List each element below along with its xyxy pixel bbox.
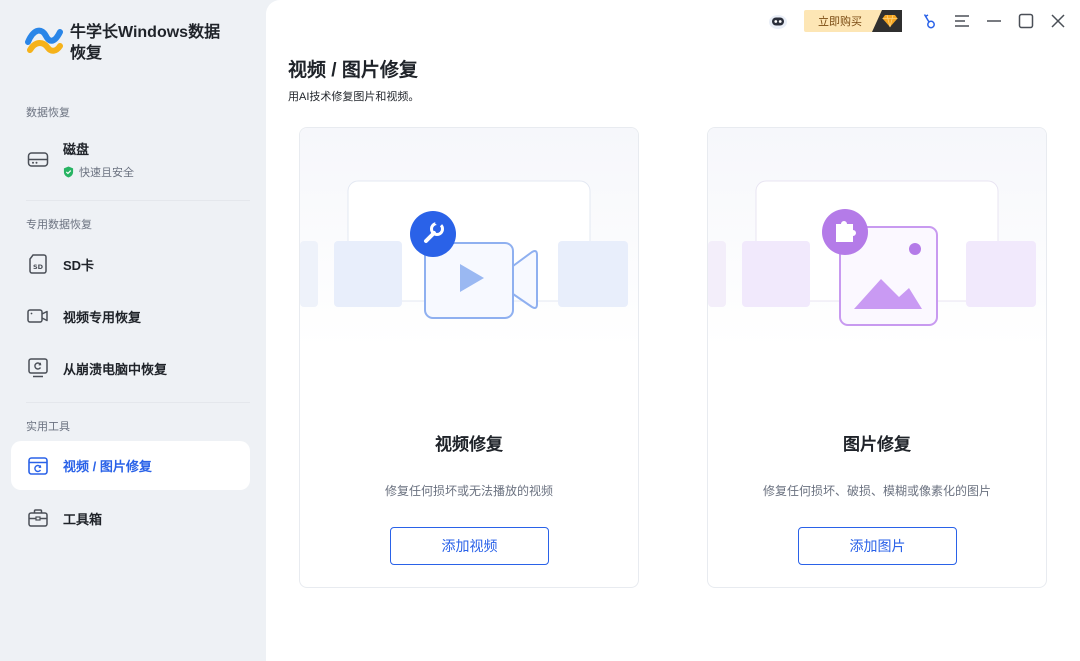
- section-label-special-recovery: 专用数据恢复: [26, 219, 92, 231]
- sidebar-item-label: SD卡: [63, 257, 95, 273]
- disk-subtitle: 快速且安全: [63, 164, 134, 180]
- card-description: 修复任何损坏、破损、模糊或像素化的图片: [762, 484, 991, 498]
- minimize-icon[interactable]: [978, 5, 1010, 37]
- sidebar-item-label: 工具箱: [63, 511, 103, 527]
- menu-icon[interactable]: [946, 5, 978, 37]
- shield-check-icon: [63, 166, 74, 177]
- add-video-button[interactable]: 添加视频: [390, 527, 549, 565]
- sidebar-item-video-recovery[interactable]: 视频专用恢复: [11, 292, 250, 340]
- sidebar-item-sd-card[interactable]: SD SD卡: [11, 240, 250, 288]
- repair-icon: [25, 453, 51, 479]
- image-repair-card[interactable]: 图片修复 修复任何损坏、破损、模糊或像素化的图片 添加图片: [707, 127, 1047, 588]
- titlebar: 立即购买: [762, 0, 1080, 42]
- app-logo-icon: [25, 27, 63, 54]
- sidebar-item-label: 视频专用恢复: [63, 309, 142, 325]
- sd-card-icon: SD: [25, 251, 51, 277]
- section-label-data-recovery: 数据恢复: [26, 107, 70, 119]
- hard-drive-icon: [25, 146, 51, 172]
- svg-text:SD: SD: [33, 263, 44, 271]
- sidebar-item-toolbox[interactable]: 工具箱: [11, 494, 250, 542]
- image-repair-illustration: [708, 128, 1046, 348]
- app-name: 牛学长Windows数据恢复: [70, 24, 221, 62]
- divider: [26, 200, 250, 201]
- key-icon[interactable]: [914, 5, 946, 37]
- close-icon[interactable]: [1042, 5, 1074, 37]
- add-image-button[interactable]: 添加图片: [798, 527, 957, 565]
- card-description: 修复任何损坏或无法播放的视频: [384, 484, 553, 498]
- disk-subtitle-text: 快速且安全: [79, 166, 134, 179]
- sidebar-item-crashed-pc[interactable]: 从崩溃电脑中恢复: [11, 344, 250, 392]
- page-title: 视频 / 图片修复: [288, 60, 418, 81]
- brand: 牛学长Windows数据恢复: [24, 22, 230, 64]
- sidebar-item-label: 磁盘: [63, 141, 90, 157]
- sidebar-item-label: 视频 / 图片修复: [63, 459, 152, 474]
- card-title: 视频修复: [435, 435, 503, 454]
- sidebar-item-disk[interactable]: 磁盘 快速且安全: [11, 128, 250, 190]
- section-label-tools: 实用工具: [26, 421, 70, 433]
- video-repair-card[interactable]: 视频修复 修复任何损坏或无法播放的视频 添加视频: [299, 127, 639, 588]
- diamond-icon: [872, 10, 902, 32]
- main-panel: 立即购买 视频 / 图片修复 用AI技术修复图片和视频。 视频修复 修复任何损坏…: [266, 0, 1080, 661]
- toolbox-icon: [25, 505, 51, 531]
- sidebar-item-video-photo-repair[interactable]: 视频 / 图片修复: [11, 441, 250, 490]
- video-camera-icon: [25, 303, 51, 329]
- maximize-icon[interactable]: [1010, 5, 1042, 37]
- sidebar-item-label: 从崩溃电脑中恢复: [63, 361, 168, 377]
- sidebar: 牛学长Windows数据恢复 数据恢复 磁盘 快速且安全 专用数据恢复 SD S…: [0, 0, 266, 661]
- card-title: 图片修复: [843, 435, 911, 454]
- divider: [26, 402, 250, 403]
- buy-now-label: 立即购买: [818, 16, 862, 28]
- video-repair-illustration: [300, 128, 638, 348]
- robot-icon[interactable]: [762, 5, 794, 37]
- page-subtitle: 用AI技术修复图片和视频。: [288, 91, 420, 103]
- buy-now-button[interactable]: 立即购买: [804, 10, 902, 32]
- crashed-computer-icon: [25, 355, 51, 381]
